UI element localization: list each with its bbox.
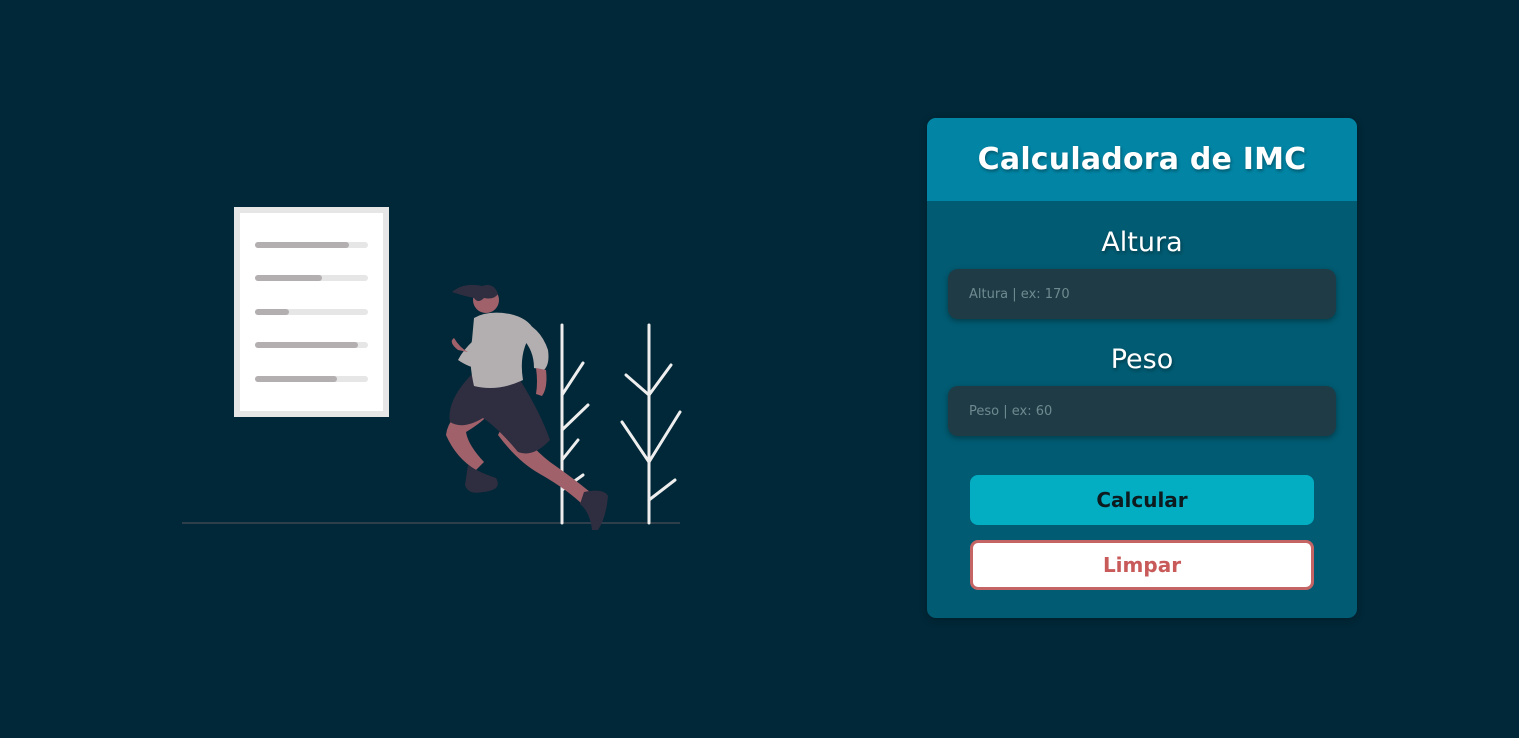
clear-button[interactable]: Limpar: [970, 540, 1314, 590]
bmi-calculator-card: Calculadora de IMC Altura Peso Calcular …: [927, 118, 1357, 618]
height-label: Altura: [1101, 227, 1183, 258]
document-icon: [234, 207, 389, 417]
page: Calculadora de IMC Altura Peso Calcular …: [0, 0, 1519, 738]
card-title: Calculadora de IMC: [977, 142, 1307, 177]
calculate-button[interactable]: Calcular: [970, 475, 1314, 525]
runner-illustration: [182, 207, 682, 530]
weight-input[interactable]: [948, 386, 1336, 436]
height-input[interactable]: [948, 269, 1336, 319]
weight-label: Peso: [1110, 344, 1174, 375]
card-header: Calculadora de IMC: [927, 118, 1357, 201]
